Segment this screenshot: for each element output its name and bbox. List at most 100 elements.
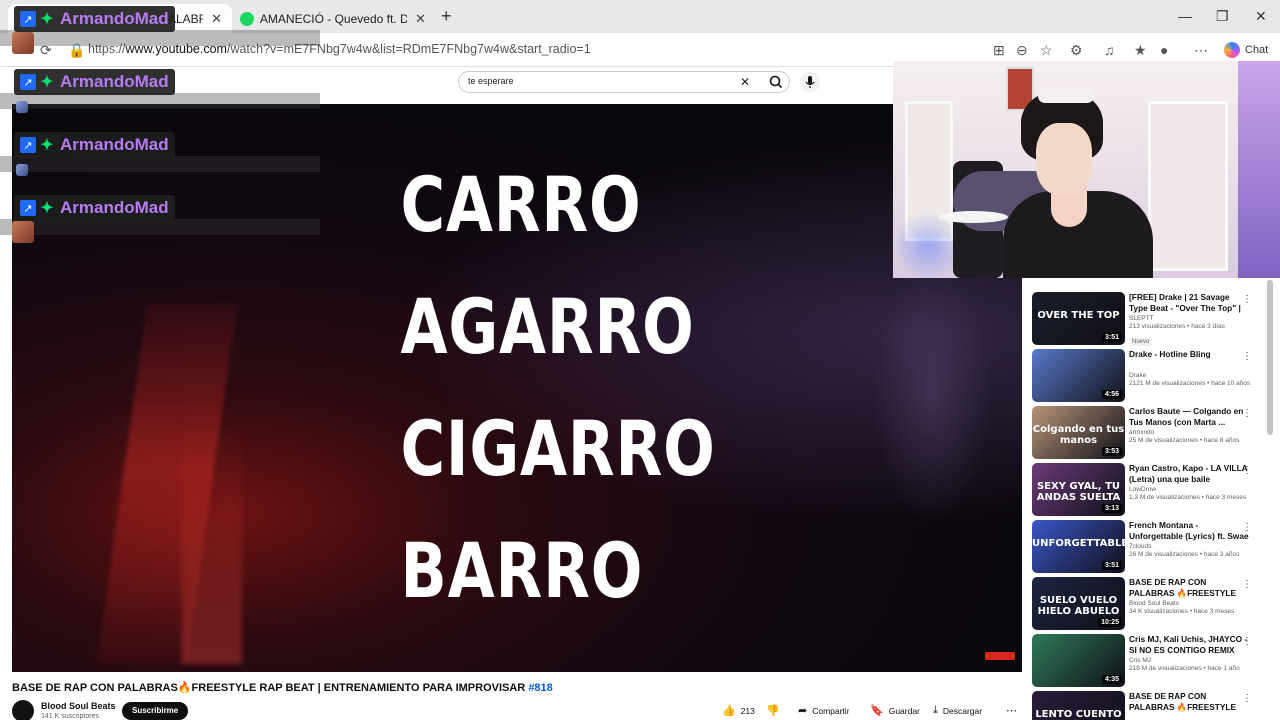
video-hashtag[interactable]: #818 xyxy=(528,682,552,694)
recommended-video[interactable]: UNFORGETTABLE 3:51 French Montana - Unforg… xyxy=(1032,520,1272,574)
browser-tab-bar: ALABRA ✕ AMANECIÓ - Quevedo ft. De La Ro… xyxy=(0,0,1280,33)
download-label: Descargar xyxy=(942,705,983,716)
glow-decoration xyxy=(872,264,992,524)
recommended-channel[interactable]: LowDrow xyxy=(1129,486,1249,493)
video-title: BASE DE RAP CON PALABRAS🔥FREESTYLE RAP B… xyxy=(12,681,553,694)
channel-name[interactable]: Blood Soul Beats xyxy=(41,701,116,711)
sub-badge-icon: ✦ xyxy=(40,137,54,154)
more-options-icon[interactable]: ⋮ xyxy=(1242,351,1252,362)
recommended-channel[interactable]: Cris MJ xyxy=(1129,657,1249,664)
recommended-video[interactable]: OVER THE TOP 3:51 [FREE] Drake | 21 Savage… xyxy=(1032,292,1272,346)
close-window-button[interactable]: ✕ xyxy=(1255,8,1267,25)
recommended-title[interactable]: [FREE] Drake | 21 Savage Type Beat - "Ov… xyxy=(1129,292,1249,314)
dislike-button[interactable]: 👎 xyxy=(766,704,785,717)
video-duration: 3:51 xyxy=(1101,333,1122,342)
minimize-button[interactable]: — xyxy=(1178,8,1192,24)
video-duration: 4:56 xyxy=(1101,390,1122,399)
like-button[interactable]: 👍 213 xyxy=(722,704,755,717)
recommended-video[interactable]: SUELO VUELO HIELO ABUELO 10:25 BASE DE RAP… xyxy=(1032,577,1272,631)
extensions-icon[interactable]: ⚙ xyxy=(1070,42,1083,59)
recommended-video[interactable]: 4:35 Cris MJ, Kali Uchis, JHAYCO - SI NO … xyxy=(1032,634,1272,688)
split-screen-icon[interactable]: ⊞ xyxy=(993,42,1005,59)
video-thumbnail[interactable]: LENTO CUENTO xyxy=(1032,691,1125,720)
purple-light-decoration xyxy=(1238,61,1280,278)
more-options-icon[interactable]: ⋮ xyxy=(1242,408,1252,419)
profile-icon[interactable]: ● xyxy=(1160,42,1168,58)
lyric-word: BARRO xyxy=(400,526,644,615)
thumbs-up-icon: 👍 xyxy=(722,705,736,717)
lyric-word: CIGARRO xyxy=(400,404,716,493)
copilot-chat-button[interactable]: Chat xyxy=(1224,42,1268,58)
favorites-icon[interactable]: ★ xyxy=(1134,42,1147,59)
maximize-button[interactable]: ❐ xyxy=(1216,8,1229,25)
person-headband xyxy=(1038,89,1094,103)
prime-badge-icon: ↗ xyxy=(20,137,36,153)
more-options-icon[interactable]: ⋮ xyxy=(1242,294,1252,305)
recommended-title[interactable]: Cris MJ, Kali Uchis, JHAYCO - SI NO ES C… xyxy=(1129,634,1249,656)
recommended-title[interactable]: Carlos Baute — Colgando en Tus Manos (co… xyxy=(1129,406,1249,428)
more-options-icon[interactable]: ⋮ xyxy=(1242,636,1252,647)
more-options-icon[interactable]: ⋮ xyxy=(1242,693,1252,704)
copilot-icon xyxy=(1224,42,1240,58)
share-button[interactable]: ➦ Compartir xyxy=(798,704,850,717)
recommended-channel[interactable]: Blood Soul Beats xyxy=(1129,600,1249,607)
tab-close-icon[interactable]: ✕ xyxy=(211,11,222,27)
recommended-video[interactable]: Colgando en tus manos 3:53 Carlos Baute — … xyxy=(1032,406,1272,460)
recommended-title[interactable]: Drake - Hotline Bling xyxy=(1129,349,1249,371)
recommended-title[interactable]: Ryan Castro, Kapo - LA VILLA (Letra) una… xyxy=(1129,463,1249,485)
recommended-channel[interactable]: SLEPTT xyxy=(1129,315,1249,322)
media-icon[interactable]: ♫ xyxy=(1104,42,1115,58)
recommended-video[interactable]: 4:56 Drake - Hotline Bling Drake 2121 M de … xyxy=(1032,349,1272,403)
voice-search-icon[interactable] xyxy=(800,72,820,92)
download-button[interactable]: ⤓ Descargar xyxy=(933,704,982,717)
search-icon[interactable] xyxy=(766,73,786,91)
more-options-icon[interactable]: ⋮ xyxy=(1242,579,1252,590)
sub-badge-icon: ✦ xyxy=(40,200,54,217)
recommended-title[interactable]: BASE DE RAP CON PALABRAS 🔥FREESTYLE RAP … xyxy=(1129,577,1249,599)
video-thumbnail[interactable]: 4:35 xyxy=(1032,634,1125,687)
thumbnail-text: UNFORGETTABLE xyxy=(1032,538,1125,549)
more-actions-button[interactable]: ⋯ xyxy=(1006,704,1022,717)
clear-search-icon[interactable]: ✕ xyxy=(740,75,750,89)
chat-username-badge: ↗ ✦ ArmandoMad xyxy=(14,132,175,158)
video-player[interactable]: CARRO AGARRO CIGARRO BARRO xyxy=(12,104,1022,672)
more-options-icon[interactable]: ⋮ xyxy=(1242,465,1252,476)
video-meta: BASE DE RAP CON PALABRAS 🔥FREESTYLE RAP … xyxy=(1129,691,1249,714)
new-tab-button[interactable]: + xyxy=(441,6,452,27)
subscribe-button[interactable]: Suscribirme xyxy=(122,702,189,720)
recommended-video[interactable]: SEXY GYAL, TU ANDAS SUELTA 3:13 Ryan Castr… xyxy=(1032,463,1272,517)
thumbs-down-icon: 👎 xyxy=(766,705,780,717)
thumbnail-text: SEXY GYAL, TU ANDAS SUELTA xyxy=(1036,481,1121,503)
chat-username: ArmandoMad xyxy=(60,9,169,28)
recommended-stats: 2121 M de visualizaciones • hace 10 años xyxy=(1129,380,1251,387)
recommended-channel[interactable]: 7clouds xyxy=(1129,543,1249,550)
video-title-text: BASE DE RAP CON PALABRAS🔥FREESTYLE RAP B… xyxy=(12,682,526,694)
save-button[interactable]: 🔖 Guardar xyxy=(870,704,920,717)
video-thumbnail[interactable]: UNFORGETTABLE 3:51 xyxy=(1032,520,1125,573)
recommended-channel[interactable]: armxndo xyxy=(1129,429,1249,436)
video-duration: 3:51 xyxy=(1101,561,1122,570)
channel-avatar[interactable] xyxy=(12,700,34,720)
zoom-icon[interactable]: ⊖ xyxy=(1016,42,1028,59)
video-thumbnail[interactable]: 4:56 xyxy=(1032,349,1125,402)
subscribe-watermark-icon[interactable] xyxy=(985,652,1015,660)
recommended-video[interactable]: LENTO CUENTO BASE DE RAP CON PALABRAS 🔥FR… xyxy=(1032,691,1272,720)
recommended-title[interactable]: French Montana - Unforgettable (Lyrics) … xyxy=(1129,520,1249,542)
more-options-icon[interactable]: ⋮ xyxy=(1242,522,1252,533)
favorite-star-icon[interactable]: ☆ xyxy=(1040,42,1053,59)
tab-spotify[interactable]: AMANECIÓ - Quevedo ft. De La Rose ✕ xyxy=(240,4,432,33)
video-thumbnail[interactable]: SUELO VUELO HIELO ABUELO 10:25 xyxy=(1032,577,1125,630)
video-thumbnail[interactable]: OVER THE TOP 3:51 xyxy=(1032,292,1125,345)
video-thumbnail[interactable]: SEXY GYAL, TU ANDAS SUELTA 3:13 xyxy=(1032,463,1125,516)
sidebar-scrollbar[interactable] xyxy=(1267,280,1273,435)
recommended-title[interactable]: BASE DE RAP CON PALABRAS 🔥FREESTYLE RAP … xyxy=(1129,691,1249,713)
like-count: 213 xyxy=(740,705,755,716)
recommended-channel[interactable]: Drake xyxy=(1129,372,1249,379)
tab-close-icon[interactable]: ✕ xyxy=(415,11,426,27)
chat-username: ArmandoMad xyxy=(60,72,169,91)
recommended-stats: 213 visualizaciones • hace 3 días xyxy=(1129,323,1225,330)
chat-label: Chat xyxy=(1245,44,1269,56)
search-input[interactable]: te esperare ✕ xyxy=(458,71,790,93)
more-menu-icon[interactable]: ⋯ xyxy=(1194,42,1208,59)
video-thumbnail[interactable]: Colgando en tus manos 3:53 xyxy=(1032,406,1125,459)
